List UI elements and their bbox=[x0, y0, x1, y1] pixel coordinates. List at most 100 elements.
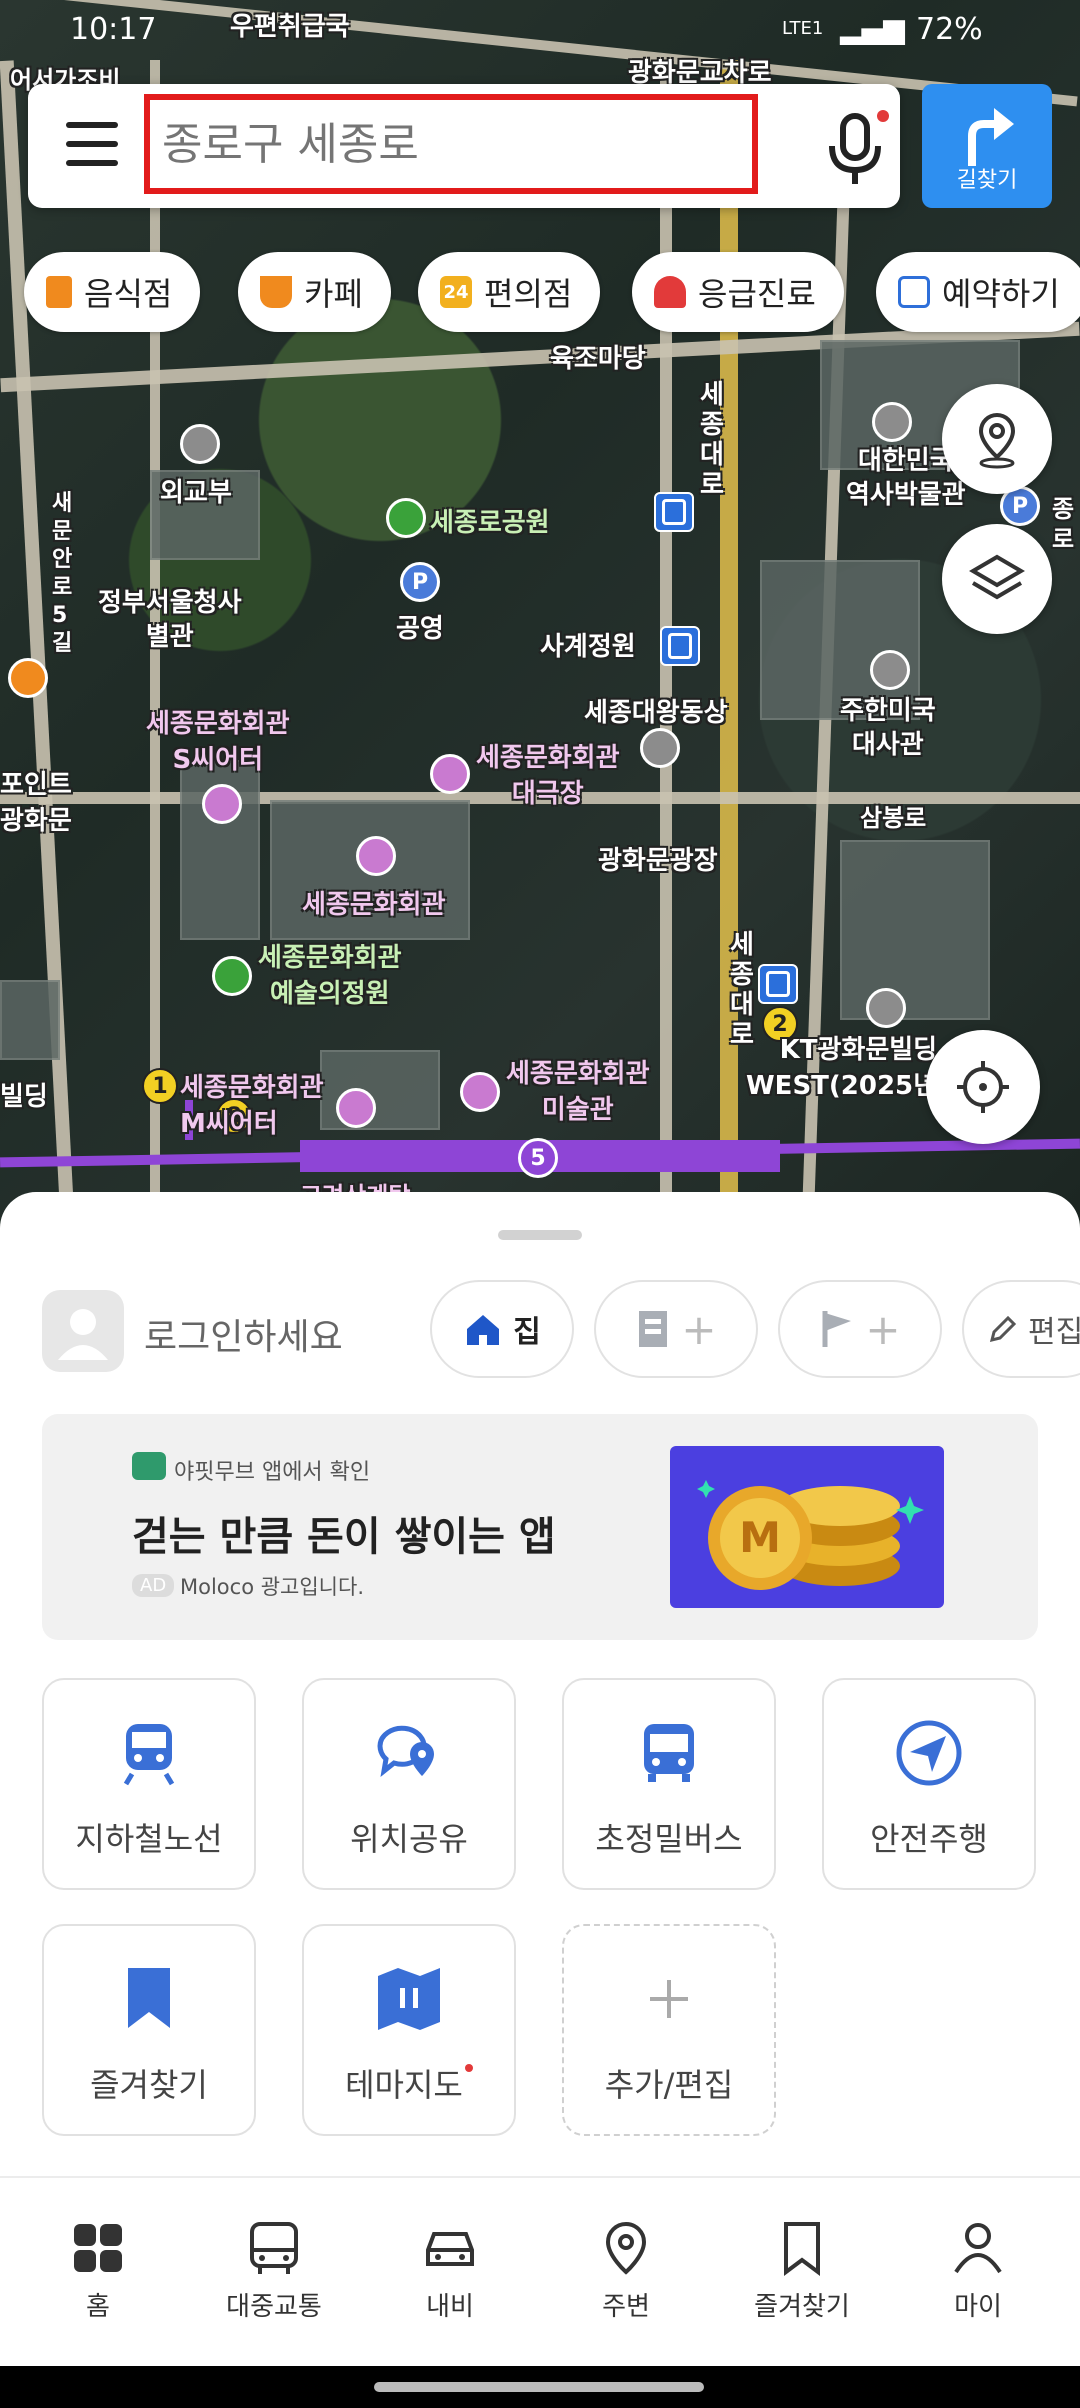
nav-nearby[interactable]: 주변 bbox=[538, 2178, 714, 2368]
ad-headline: 걷는 만큼 돈이 쌓이는 앱 bbox=[132, 1514, 556, 1560]
person-icon bbox=[58, 1309, 108, 1360]
bus-icon bbox=[186, 2220, 362, 2276]
map-label: 주한미국 대사관 bbox=[840, 696, 936, 760]
bus-stop-marker[interactable] bbox=[660, 626, 700, 666]
chip-reservation[interactable]: 예약하기 bbox=[876, 252, 1080, 332]
tile-subway-map[interactable]: 지하철노선 bbox=[42, 1678, 256, 1890]
park-marker[interactable] bbox=[386, 498, 426, 538]
network-indicator: LTE1 bbox=[782, 18, 824, 39]
map-label: 세종로공원 bbox=[430, 508, 550, 538]
chip-cafe[interactable]: 카페 bbox=[238, 252, 391, 332]
bookmark-icon bbox=[44, 1964, 254, 2034]
login-prompt[interactable]: 로그인하세요 bbox=[144, 1308, 343, 1360]
tile-theme-map[interactable]: 테마지도 bbox=[302, 1924, 516, 2136]
map-label: 삼봉로 bbox=[860, 804, 927, 832]
chip-convenience-store[interactable]: 24 편의점 bbox=[418, 252, 601, 332]
person-icon bbox=[890, 2220, 1066, 2276]
street-view-button[interactable] bbox=[942, 384, 1052, 494]
map-label: 세종문화회관 M씨어터 bbox=[180, 1073, 324, 1139]
bus-stop-marker[interactable] bbox=[654, 492, 694, 532]
chip-label: 예약하기 bbox=[942, 275, 1060, 313]
parking-marker[interactable]: P bbox=[400, 562, 440, 602]
ad-badge: AD bbox=[132, 1574, 175, 1597]
search-input[interactable] bbox=[144, 94, 758, 194]
tile-favorites[interactable]: 즐겨찾기 bbox=[42, 1924, 256, 2136]
ad-disclosure: Moloco 광고입니다. bbox=[180, 1575, 364, 1599]
work-shortcut-add[interactable]: + bbox=[594, 1280, 758, 1378]
nav-home[interactable]: 홈 bbox=[10, 2178, 186, 2368]
nav-favorites[interactable]: 즐겨찾기 bbox=[714, 2178, 890, 2368]
tile-location-share[interactable]: 위치공유 bbox=[302, 1678, 516, 1890]
map-label: 외교부 bbox=[160, 478, 232, 508]
map-layers-button[interactable] bbox=[942, 524, 1052, 634]
nav-navigation[interactable]: 내비 bbox=[362, 2178, 538, 2368]
map-label: 새문안로5길 bbox=[52, 491, 73, 656]
tile-label: 초정밀버스 bbox=[595, 1820, 743, 1858]
crosshair-icon bbox=[957, 1061, 1009, 1113]
nav-label: 대중교통 bbox=[226, 2292, 322, 2322]
directions-button[interactable]: 길찾기 bbox=[922, 84, 1052, 208]
voice-search-button[interactable] bbox=[810, 102, 900, 192]
chip-restaurant[interactable]: 음식점 bbox=[24, 252, 201, 332]
tile-precise-bus[interactable]: 초정밀버스 bbox=[562, 1678, 776, 1890]
poi-marker[interactable] bbox=[870, 650, 910, 690]
avatar[interactable] bbox=[42, 1290, 124, 1372]
poi-marker[interactable] bbox=[866, 988, 906, 1028]
tile-add-edit[interactable]: 추가/편집 bbox=[562, 1924, 776, 2136]
tile-label: 추가/편집 bbox=[604, 2066, 734, 2104]
flag-shortcut-add[interactable]: + bbox=[778, 1280, 942, 1378]
store-24-icon: 24 bbox=[440, 276, 472, 308]
pencil-icon bbox=[989, 1315, 1017, 1343]
nav-label: 내비 bbox=[426, 2292, 474, 2322]
culture-marker[interactable] bbox=[460, 1072, 500, 1112]
ad-source[interactable]: 야핏무브 앱에서 확인 bbox=[174, 1454, 370, 1486]
home-shortcut[interactable]: 집 bbox=[430, 1280, 574, 1378]
poi-marker[interactable] bbox=[180, 424, 220, 464]
chip-label: 응급진료 bbox=[698, 275, 816, 313]
flag-icon bbox=[822, 1311, 852, 1347]
sheet-drag-handle[interactable] bbox=[498, 1230, 582, 1240]
map-building bbox=[0, 980, 60, 1060]
street-view-icon bbox=[978, 412, 1016, 469]
system-home-bar bbox=[0, 2366, 1080, 2408]
menu-icon-line bbox=[66, 160, 118, 166]
photo-spot-marker[interactable] bbox=[640, 728, 680, 768]
coin-stack-icon: M bbox=[697, 1480, 924, 1590]
culture-marker[interactable] bbox=[336, 1088, 376, 1128]
calendar-icon bbox=[898, 276, 930, 308]
map-label: 포인트 bbox=[0, 770, 72, 800]
home-grid-icon bbox=[10, 2220, 186, 2276]
menu-button[interactable] bbox=[66, 122, 118, 166]
poi-marker[interactable] bbox=[872, 402, 912, 442]
culture-marker[interactable] bbox=[430, 754, 470, 794]
add-label: + bbox=[865, 1304, 901, 1354]
bus-stop-marker[interactable] bbox=[758, 964, 798, 1004]
home-indicator[interactable] bbox=[374, 2382, 704, 2392]
subway-station-marker[interactable]: 5 bbox=[518, 1138, 558, 1178]
chip-emergency[interactable]: 응급진료 bbox=[632, 252, 844, 332]
ad-banner[interactable]: 야핏무브 앱에서 확인 걷는 만큼 돈이 쌓이는 앱 AD Moloco 광고입… bbox=[42, 1414, 1038, 1640]
map-label: 종로 bbox=[1052, 495, 1075, 553]
new-badge-dot bbox=[464, 2064, 473, 2072]
nav-transit[interactable]: 대중교통 bbox=[186, 2178, 362, 2368]
restaurant-marker[interactable] bbox=[8, 658, 48, 698]
chip-label: 음식점 bbox=[84, 275, 173, 313]
home-icon bbox=[467, 1315, 500, 1345]
battery-level: 72% bbox=[916, 12, 983, 47]
layers-icon bbox=[969, 554, 1025, 600]
culture-marker[interactable] bbox=[202, 784, 242, 824]
nav-label: 홈 bbox=[86, 2292, 110, 2322]
map-label: 세종문화회관 미술관 bbox=[506, 1059, 650, 1125]
map-label: KT광화문빌딩 WEST(2025년 bbox=[746, 1035, 938, 1101]
cafe-icon bbox=[260, 276, 292, 308]
nav-my[interactable]: 마이 bbox=[890, 2178, 1066, 2368]
tile-safe-driving[interactable]: 안전주행 bbox=[822, 1678, 1036, 1890]
ad-image: M bbox=[670, 1446, 944, 1608]
my-location-button[interactable] bbox=[926, 1030, 1040, 1144]
culture-marker[interactable] bbox=[356, 836, 396, 876]
nav-label: 즐겨찾기 bbox=[754, 2292, 850, 2322]
park-marker[interactable] bbox=[212, 956, 252, 996]
map-building bbox=[840, 840, 990, 1020]
edit-shortcuts-button[interactable]: 편집 bbox=[962, 1280, 1080, 1378]
tile-label: 테마지도 bbox=[304, 2060, 514, 2106]
